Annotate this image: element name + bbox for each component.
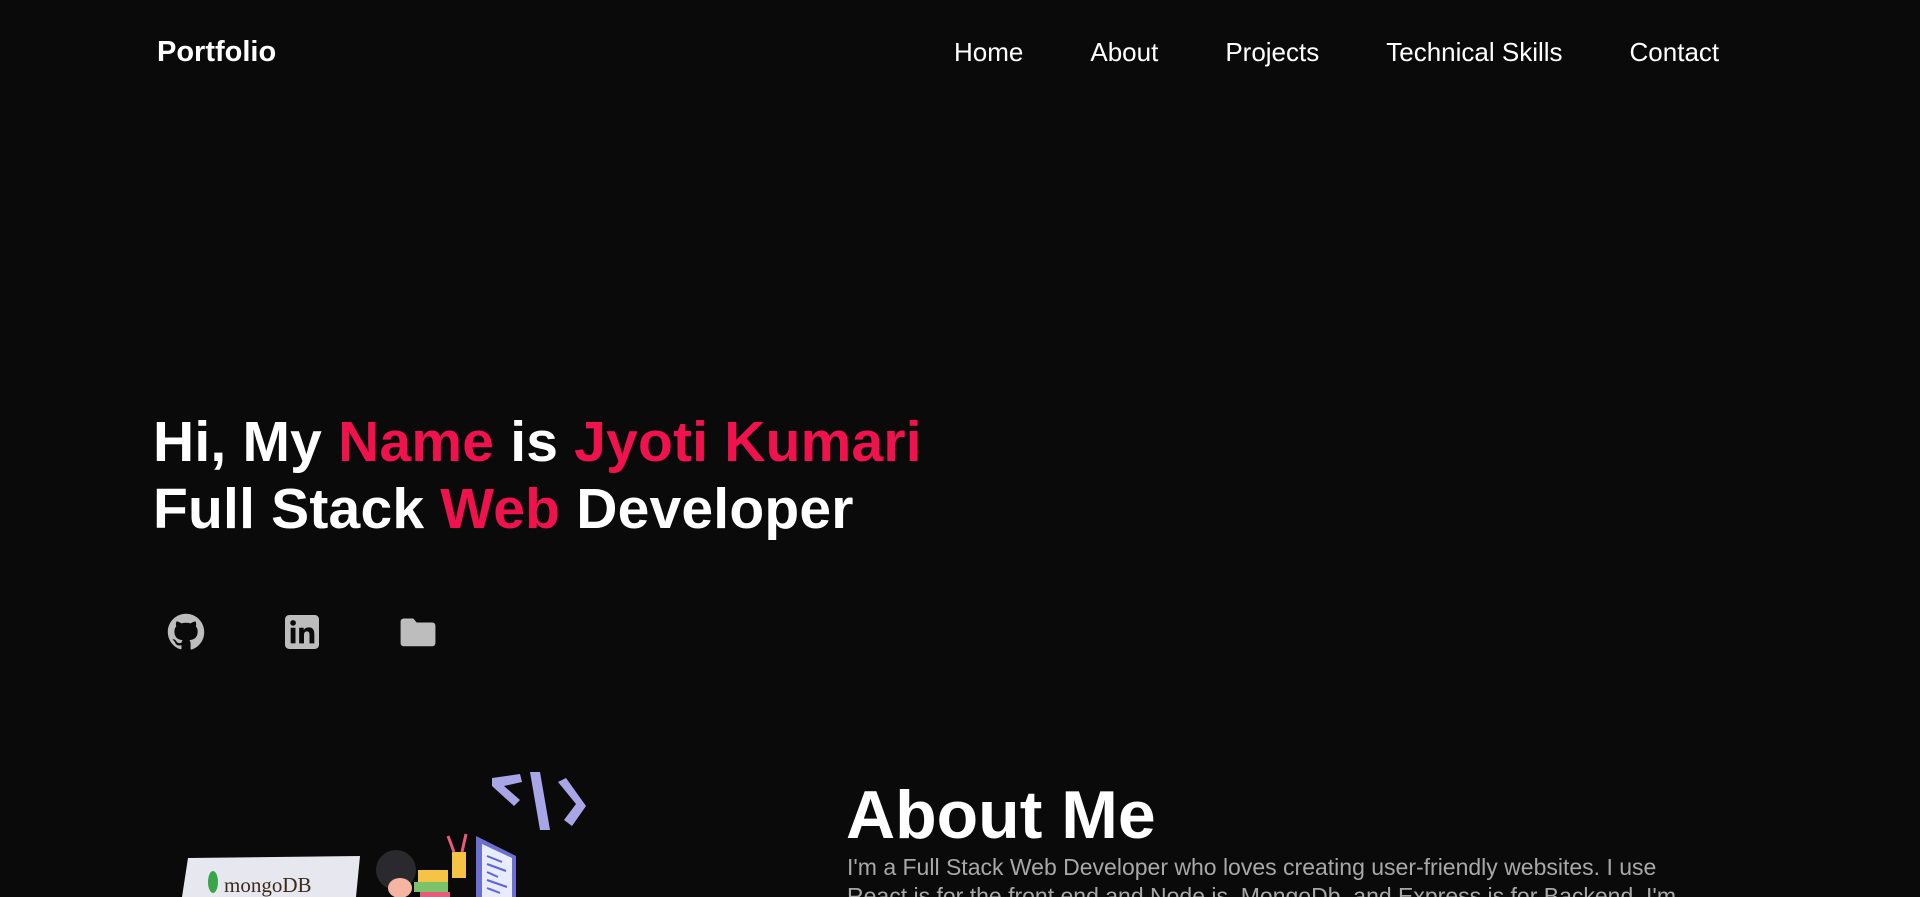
social-links <box>166 612 514 652</box>
nav-technical-skills[interactable]: Technical Skills <box>1386 36 1562 68</box>
code-brackets-icon <box>492 772 586 830</box>
hero-text: Full Stack <box>153 477 441 541</box>
resume-link[interactable] <box>398 612 438 652</box>
hero-name: Jyoti Kumari <box>574 410 922 474</box>
hero-role: Full Stack Web Developer <box>153 475 854 543</box>
hero-accent-text: Name <box>338 410 495 474</box>
linkedin-icon <box>285 615 319 649</box>
mongodb-leaf-icon <box>208 871 218 893</box>
nav-home[interactable]: Home <box>954 36 1023 68</box>
hero-text: is <box>494 410 575 474</box>
github-icon <box>167 613 205 650</box>
about-description: I'm a Full Stack Web Developer who loves… <box>847 854 1676 897</box>
linkedin-link[interactable] <box>282 612 322 652</box>
github-link[interactable] <box>166 612 206 652</box>
hero-text: Hi, My <box>153 410 339 474</box>
hero-text: Developer <box>560 477 854 541</box>
developer-illustration: mongoDB <box>182 772 586 897</box>
portfolio-page: Portfolio Home About Projects Technical … <box>0 0 1920 897</box>
folder-icon <box>400 618 436 647</box>
nav-contact[interactable]: Contact <box>1630 36 1720 68</box>
hero-accent-text: Web <box>440 477 561 541</box>
nav-about[interactable]: About <box>1090 36 1158 68</box>
nav-projects[interactable]: Projects <box>1225 36 1319 68</box>
hero-greeting: Hi, My Name is Jyoti Kumari <box>153 408 922 476</box>
mongodb-label: mongoDB <box>224 873 312 897</box>
main-nav: Home About Projects Technical Skills Con… <box>954 36 1719 68</box>
brand-logo[interactable]: Portfolio <box>157 36 276 69</box>
about-title: About Me <box>846 777 1156 853</box>
